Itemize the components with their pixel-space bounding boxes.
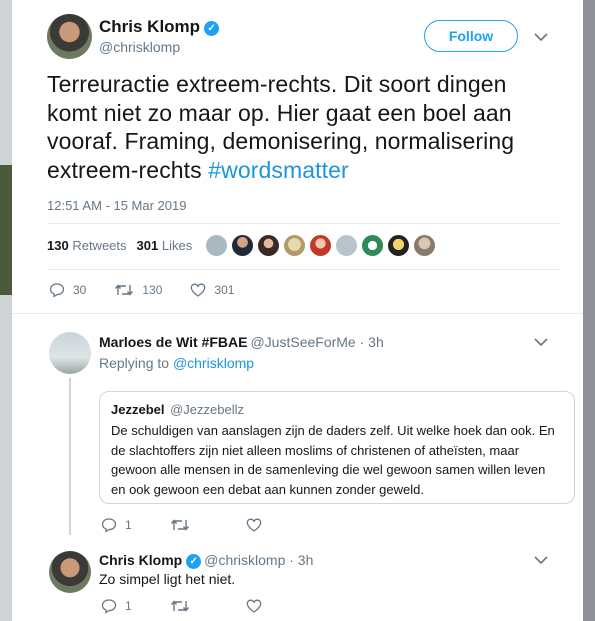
liker-avatar[interactable] [387, 234, 410, 257]
reply-actions: 1 [101, 517, 298, 533]
retweet-action[interactable] [170, 598, 198, 614]
section-divider [12, 313, 583, 314]
liker-avatar[interactable] [231, 234, 254, 257]
retweets-stat[interactable]: 130 Retweets [47, 238, 127, 253]
author-name[interactable]: Chris Klomp ✓ [99, 17, 220, 37]
reply-author-avatar[interactable] [49, 551, 91, 593]
thread-line [69, 378, 71, 535]
reply-icon [101, 518, 117, 533]
retweet-icon [170, 600, 189, 612]
chevron-down-icon[interactable] [534, 32, 548, 42]
background-timeline-strip [0, 0, 12, 621]
chevron-down-icon[interactable] [534, 555, 548, 565]
hashtag-link[interactable]: #wordsmatter [208, 157, 349, 183]
mention-link[interactable]: @chrisklomp [173, 355, 254, 371]
reply-icon [49, 283, 65, 298]
liker-avatar[interactable] [205, 234, 228, 257]
liker-avatar[interactable] [413, 234, 436, 257]
chevron-down-icon[interactable] [534, 337, 548, 347]
heart-icon [191, 283, 206, 297]
background-image-fragment [0, 165, 12, 295]
tweet-detail-modal: Chris Klomp ✓ @chrisklomp Follow Terreura… [12, 0, 583, 621]
follow-button[interactable]: Follow [424, 20, 518, 52]
retweet-icon [170, 519, 189, 531]
liker-avatar[interactable] [309, 234, 332, 257]
verified-badge-icon: ✓ [204, 21, 220, 36]
divider [47, 223, 561, 224]
liker-avatar[interactable] [283, 234, 306, 257]
heart-icon [246, 518, 262, 532]
liker-avatar[interactable] [257, 234, 280, 257]
reply-author-avatar[interactable] [49, 332, 91, 374]
divider [47, 269, 561, 270]
like-action[interactable] [246, 598, 270, 614]
quoted-text: De schuldigen van aanslagen zijn de dade… [111, 423, 555, 497]
author-avatar[interactable] [47, 14, 92, 59]
tweet-timestamp[interactable]: 12:51 AM - 15 Mar 2019 [47, 198, 186, 213]
tweet-actions: 30 130 301 [49, 282, 262, 298]
quoted-tweet[interactable]: Jezzebel @Jezzebellz De schuldigen van a… [99, 391, 575, 504]
reply-text: Zo simpel ligt het niet. [99, 571, 236, 587]
reply-action[interactable]: 30 [49, 282, 86, 298]
reply-icon [101, 599, 117, 614]
reply-author[interactable]: Chris Klomp ✓ @chrisklomp · 3h [99, 552, 313, 569]
liker-avatar[interactable] [361, 234, 384, 257]
retweet-action[interactable] [170, 517, 198, 533]
likes-stat[interactable]: 301 Likes [137, 238, 193, 253]
retweet-action[interactable]: 130 [114, 282, 162, 298]
verified-badge-icon: ✓ [186, 554, 202, 569]
author-handle[interactable]: @chrisklomp [99, 39, 180, 55]
tweet-text: Terreuractie extreem-rechts. Dit soort d… [47, 70, 557, 184]
retweet-icon [115, 284, 134, 296]
reply-action[interactable]: 1 [101, 598, 132, 614]
reply-actions: 1 [101, 598, 298, 614]
liker-avatar[interactable] [335, 234, 358, 257]
reply-author[interactable]: Marloes de Wit #FBAE @JustSeeForMe · 3h [99, 334, 384, 350]
quoted-author: Jezzebel @Jezzebellz [111, 402, 245, 417]
modal-backdrop [583, 0, 595, 621]
replying-to: Replying to @chrisklomp [99, 355, 255, 371]
tweet-stats: 130 Retweets 301 Likes [47, 238, 192, 253]
heart-icon [246, 599, 262, 613]
liker-avatars [205, 234, 436, 257]
reply-action[interactable]: 1 [101, 517, 132, 533]
like-action[interactable] [246, 517, 270, 533]
like-action[interactable]: 301 [190, 282, 234, 298]
